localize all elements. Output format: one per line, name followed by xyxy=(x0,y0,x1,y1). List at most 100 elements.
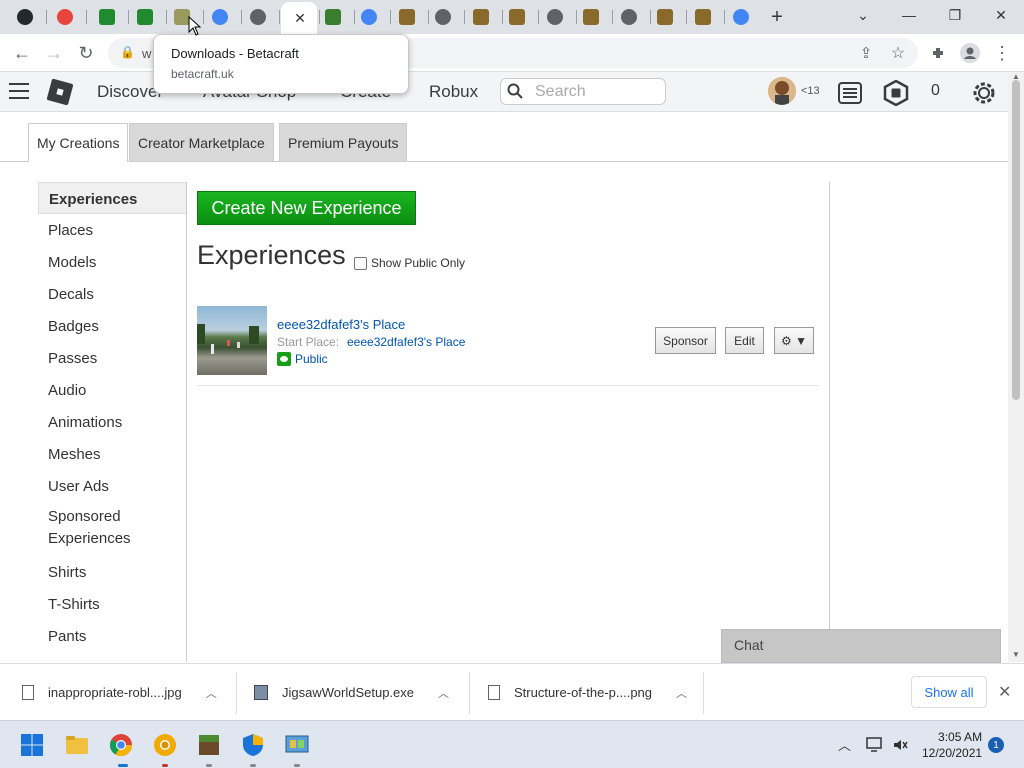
download-item[interactable]: Structure-of-the-p....png ︿ xyxy=(488,664,687,721)
chevron-up-icon[interactable]: ︿ xyxy=(438,685,449,701)
app-indicator xyxy=(206,764,212,767)
browser-tab[interactable]: ✕ xyxy=(281,2,317,34)
tab-creator-marketplace[interactable]: Creator Marketplace xyxy=(129,123,274,161)
chevron-up-icon[interactable]: ︿ xyxy=(206,685,217,701)
browser-tab[interactable] xyxy=(390,4,424,30)
profile-icon[interactable] xyxy=(958,41,982,65)
share-icon[interactable]: ⇪ xyxy=(854,41,878,65)
sidebar-item-models[interactable]: Models xyxy=(38,246,186,278)
experience-name-link[interactable]: eeee32dfafef3's Place xyxy=(277,317,405,332)
robux-icon[interactable] xyxy=(883,80,909,106)
tab-premium-payouts[interactable]: Premium Payouts xyxy=(279,123,408,161)
browser-tab[interactable] xyxy=(352,4,386,30)
sidebar-item-audio[interactable]: Audio xyxy=(38,374,186,406)
browser-tab[interactable] xyxy=(538,4,572,30)
download-item[interactable]: JigsawWorldSetup.exe ︿ xyxy=(254,664,449,721)
experience-thumbnail[interactable] xyxy=(197,306,267,375)
create-new-experience-button[interactable]: Create New Experience xyxy=(197,191,416,225)
new-tab-button[interactable]: + xyxy=(766,4,788,30)
browser-tab[interactable] xyxy=(574,4,608,30)
chevron-up-icon[interactable]: ︿ xyxy=(676,685,687,701)
hamburger-menu-icon[interactable] xyxy=(9,83,29,99)
sidebar-item-badges[interactable]: Badges xyxy=(38,310,186,342)
notification-badge[interactable]: 1 xyxy=(988,737,1004,753)
browser-tab[interactable] xyxy=(128,4,162,30)
bookmark-star-icon[interactable]: ☆ xyxy=(886,41,910,65)
sidebar-item-decals[interactable]: Decals xyxy=(38,278,186,310)
minecraft-icon[interactable] xyxy=(197,733,221,757)
start-place-link[interactable]: eeee32dfafef3's Place xyxy=(347,335,465,349)
tab-my-creations[interactable]: My Creations xyxy=(28,123,129,162)
browser-tab[interactable] xyxy=(426,4,460,30)
checkbox-box[interactable] xyxy=(354,256,367,270)
sidebar-item-pants[interactable]: Pants xyxy=(38,620,186,652)
windows-taskbar: ︿ 3:05 AM 12/20/2021 1 xyxy=(0,720,1024,768)
show-public-only-checkbox[interactable]: Show Public Only xyxy=(354,256,465,270)
browser-tab[interactable] xyxy=(48,4,82,30)
search-icon xyxy=(507,83,523,99)
search-input[interactable]: Search xyxy=(500,78,666,105)
scroll-down-icon[interactable]: ▼ xyxy=(1012,650,1020,659)
file-explorer-icon[interactable] xyxy=(65,733,89,757)
network-icon[interactable] xyxy=(866,737,884,753)
sidebar-item-shirts[interactable]: Shirts xyxy=(38,556,186,588)
windows-start-icon[interactable] xyxy=(20,733,44,757)
sidebar-item-user-ads[interactable]: User Ads xyxy=(38,470,186,502)
installer-file-icon xyxy=(254,685,268,700)
chrome-taskbar-icon[interactable] xyxy=(109,733,133,757)
windows-security-icon[interactable] xyxy=(241,733,265,757)
tab-search-icon[interactable]: ⌄ xyxy=(840,0,886,30)
control-panel-icon[interactable] xyxy=(285,733,309,757)
tray-overflow-chevron-icon[interactable]: ︿ xyxy=(838,735,851,754)
sidebar-item-sponsored-experiences[interactable]: Sponsored Experiences xyxy=(38,502,148,556)
volume-muted-icon[interactable] xyxy=(892,737,908,753)
roblox-green-icon xyxy=(137,9,153,25)
sidebar-item-animations[interactable]: Animations xyxy=(38,406,186,438)
download-divider xyxy=(236,672,237,714)
nav-robux[interactable]: Robux xyxy=(429,82,478,102)
sidebar-item-t-shirts[interactable]: T-Shirts xyxy=(38,588,186,620)
system-clock[interactable]: 3:05 AM 12/20/2021 xyxy=(922,729,982,761)
avatar[interactable] xyxy=(768,77,796,105)
sidebar-item-passes[interactable]: Passes xyxy=(38,342,186,374)
browser-tab[interactable] xyxy=(612,4,646,30)
robux-balance[interactable]: 0 xyxy=(931,82,940,100)
browser-tab[interactable] xyxy=(724,4,758,30)
tab-separator xyxy=(86,10,87,24)
notifications-list-icon[interactable] xyxy=(837,80,863,106)
page-scrollbar[interactable]: ▲ ▼ xyxy=(1008,72,1024,662)
browser-tab[interactable] xyxy=(648,4,682,30)
chrome-canary-icon[interactable] xyxy=(153,733,177,757)
chrome-menu-icon[interactable]: ⋮ xyxy=(990,41,1014,65)
browser-tab[interactable] xyxy=(316,4,350,30)
close-downloads-icon[interactable]: ✕ xyxy=(998,682,1011,702)
sidebar-item-experiences[interactable]: Experiences xyxy=(38,182,186,214)
minimize-icon[interactable]: — xyxy=(886,0,932,30)
close-tab-icon[interactable]: ✕ xyxy=(294,10,306,27)
browser-tab[interactable] xyxy=(241,4,275,30)
browser-tab[interactable] xyxy=(686,4,720,30)
forward-icon[interactable]: → xyxy=(42,41,66,65)
browser-tab[interactable] xyxy=(8,4,42,30)
restore-icon[interactable]: ❐ xyxy=(932,0,978,30)
edit-button[interactable]: Edit xyxy=(725,327,764,354)
sponsor-button[interactable]: Sponsor xyxy=(655,327,716,354)
settings-gear-icon[interactable] xyxy=(971,80,997,106)
browser-tab[interactable] xyxy=(203,4,237,30)
reload-icon[interactable]: ↻ xyxy=(74,41,98,65)
browser-tab[interactable] xyxy=(90,4,124,30)
scrollbar-thumb[interactable] xyxy=(1012,80,1020,400)
close-window-icon[interactable]: ✕ xyxy=(978,0,1024,30)
sidebar-item-places[interactable]: Places xyxy=(38,214,186,246)
sidebar-item-meshes[interactable]: Meshes xyxy=(38,438,186,470)
extensions-icon[interactable] xyxy=(926,41,950,65)
chat-bar[interactable]: Chat xyxy=(721,629,1001,663)
roblox-logo-icon[interactable] xyxy=(46,78,74,106)
download-item[interactable]: inappropriate-robl....jpg ︿ xyxy=(22,664,217,721)
search-placeholder: Search xyxy=(535,83,586,100)
browser-tab[interactable] xyxy=(464,4,498,30)
back-icon[interactable]: ← xyxy=(10,41,34,65)
show-all-downloads-button[interactable]: Show all xyxy=(911,676,987,708)
gear-dropdown-button[interactable]: ⚙ ▼ xyxy=(774,327,814,354)
browser-tab[interactable] xyxy=(500,4,534,30)
